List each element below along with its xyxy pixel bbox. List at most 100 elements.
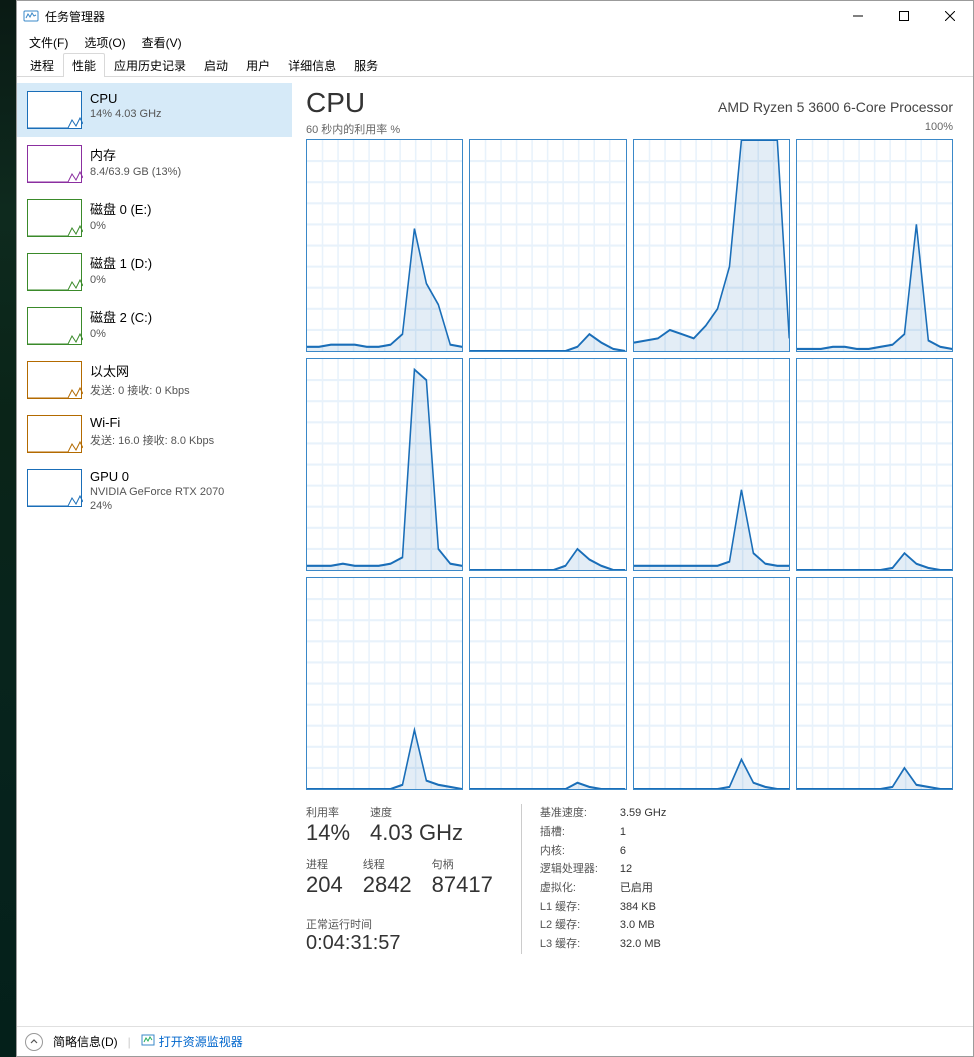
maximize-button[interactable] — [881, 1, 927, 31]
resmon-link[interactable]: 打开资源监视器 — [141, 1033, 243, 1050]
sidebar-item-title: 磁盘 0 (E:) — [90, 199, 151, 218]
tab-6[interactable]: 服务 — [345, 53, 387, 77]
tab-5[interactable]: 详细信息 — [279, 53, 345, 77]
sidebar-item-7[interactable]: GPU 0NVIDIA GeForce RTX 207024% — [17, 461, 292, 520]
kv-row: 逻辑处理器:12 — [540, 860, 666, 879]
chevron-up-icon[interactable] — [25, 1033, 43, 1051]
sidebar-item-sub: 发送: 0 接收: 0 Kbps — [90, 382, 190, 398]
sidebar-item-2[interactable]: 磁盘 0 (E:) 0% — [17, 191, 292, 245]
chart-label-row: 60 秒内的利用率 % 100% — [306, 121, 953, 137]
sidebar-thumb — [27, 91, 82, 129]
sidebar-item-5[interactable]: 以太网发送: 0 接收: 0 Kbps — [17, 353, 292, 407]
stats-row: 利用率 14% 速度 4.03 GHz 进程 204 — [306, 804, 953, 955]
fewer-details-button[interactable]: 简略信息(D) — [53, 1033, 118, 1050]
tab-3[interactable]: 启动 — [195, 53, 237, 77]
resmon-icon — [141, 1033, 155, 1050]
cpu-core-chart-7[interactable] — [796, 358, 953, 571]
sidebar[interactable]: CPU 14% 4.03 GHz 内存 8.4/63.9 GB (13%) 磁盘 0 (… — [17, 77, 292, 1026]
sidebar-item-3[interactable]: 磁盘 1 (D:) 0% — [17, 245, 292, 299]
detail-title: CPU — [306, 87, 365, 119]
cpu-core-chart-1[interactable] — [469, 139, 626, 352]
sidebar-item-sub: 0% — [90, 220, 151, 232]
kv-row: 基准速度:3.59 GHz — [540, 804, 666, 823]
sidebar-item-0[interactable]: CPU 14% 4.03 GHz — [17, 83, 292, 137]
sidebar-thumb — [27, 253, 82, 291]
chart-right-label: 100% — [925, 121, 953, 137]
sidebar-thumb — [27, 145, 82, 183]
sidebar-item-1[interactable]: 内存 8.4/63.9 GB (13%) — [17, 137, 292, 191]
sidebar-item-sub: 0% — [90, 328, 152, 340]
tab-4[interactable]: 用户 — [237, 53, 279, 77]
cpu-core-chart-5[interactable] — [469, 358, 626, 571]
sidebar-item-sub: 8.4/63.9 GB (13%) — [90, 166, 181, 178]
kv-key: L3 缓存: — [540, 935, 620, 954]
sidebar-item-sub: 0% — [90, 274, 152, 286]
kv-value: 3.0 MB — [620, 916, 655, 935]
proc-label: 进程 — [306, 856, 343, 872]
detail-subtitle: AMD Ryzen 5 3600 6-Core Processor — [718, 99, 953, 115]
sidebar-item-title: CPU — [90, 91, 162, 106]
titlebar-left: 任务管理器 — [23, 8, 105, 25]
kv-value: 32.0 MB — [620, 935, 661, 954]
speed-label: 速度 — [370, 804, 463, 820]
menu-file[interactable]: 文件(F) — [21, 32, 76, 53]
kv-key: 逻辑处理器: — [540, 860, 620, 879]
kv-row: L2 缓存:3.0 MB — [540, 916, 666, 935]
titlebar[interactable]: 任务管理器 — [17, 1, 973, 31]
stats-block-1: 利用率 14% 速度 4.03 GHz — [306, 804, 493, 846]
speed-value: 4.03 GHz — [370, 820, 463, 846]
sidebar-thumb — [27, 469, 82, 507]
cpu-core-chart-2[interactable] — [633, 139, 790, 352]
kv-key: L2 缓存: — [540, 916, 620, 935]
menubar: 文件(F) 选项(O) 查看(V) — [17, 31, 973, 53]
cpu-core-chart-10[interactable] — [633, 577, 790, 790]
kv-row: L1 缓存:384 KB — [540, 898, 666, 917]
stats-block-2: 进程 204 线程 2842 句柄 87417 — [306, 856, 493, 898]
tab-0[interactable]: 进程 — [21, 53, 63, 77]
cpu-core-chart-4[interactable] — [306, 358, 463, 571]
titlebar-title: 任务管理器 — [45, 8, 105, 25]
kv-key: 虚拟化: — [540, 879, 620, 898]
cpu-core-chart-0[interactable] — [306, 139, 463, 352]
kv-key: 内核: — [540, 842, 620, 861]
sidebar-item-sub: 发送: 16.0 接收: 8.0 Kbps — [90, 432, 214, 448]
kv-value: 12 — [620, 860, 632, 879]
menu-options[interactable]: 选项(O) — [76, 32, 133, 53]
resmon-label: 打开资源监视器 — [159, 1033, 243, 1050]
tab-1[interactable]: 性能 — [63, 53, 105, 77]
uptime-label: 正常运行时间 — [306, 916, 493, 932]
sidebar-thumb — [27, 415, 82, 453]
cpu-core-chart-3[interactable] — [796, 139, 953, 352]
app-icon — [23, 8, 39, 24]
cpu-core-chart-8[interactable] — [306, 577, 463, 790]
tab-2[interactable]: 应用历史记录 — [105, 53, 195, 77]
cpu-core-chart-11[interactable] — [796, 577, 953, 790]
menu-view[interactable]: 查看(V) — [134, 32, 190, 53]
kv-value: 已启用 — [620, 879, 653, 898]
footer: 简略信息(D) | 打开资源监视器 — [17, 1026, 973, 1056]
sidebar-item-4[interactable]: 磁盘 2 (C:) 0% — [17, 299, 292, 353]
footer-separator: | — [128, 1035, 131, 1049]
handles-label: 句柄 — [432, 856, 493, 872]
sidebar-item-6[interactable]: Wi-Fi发送: 16.0 接收: 8.0 Kbps — [17, 407, 292, 461]
uptime-value: 0:04:31:57 — [306, 932, 493, 955]
tab-row: 进程性能应用历史记录启动用户详细信息服务 — [17, 53, 973, 77]
detail-header: CPU AMD Ryzen 5 3600 6-Core Processor — [306, 87, 953, 119]
sidebar-item-title: 内存 — [90, 145, 181, 164]
threads-label: 线程 — [363, 856, 412, 872]
cpu-grid[interactable] — [306, 139, 953, 790]
sidebar-item-sub: 14% 4.03 GHz — [90, 108, 162, 120]
util-value: 14% — [306, 820, 350, 846]
minimize-button[interactable] — [835, 1, 881, 31]
sidebar-item-title: 磁盘 1 (D:) — [90, 253, 152, 272]
cpu-core-chart-9[interactable] — [469, 577, 626, 790]
kv-row: 插槽:1 — [540, 823, 666, 842]
content: CPU 14% 4.03 GHz 内存 8.4/63.9 GB (13%) 磁盘 0 (… — [17, 77, 973, 1026]
kv-row: L3 缓存:32.0 MB — [540, 935, 666, 954]
sidebar-item-title: 磁盘 2 (C:) — [90, 307, 152, 326]
window-controls — [835, 1, 973, 31]
close-button[interactable] — [927, 1, 973, 31]
sidebar-item-title: GPU 0 — [90, 469, 224, 484]
handles-value: 87417 — [432, 872, 493, 898]
cpu-core-chart-6[interactable] — [633, 358, 790, 571]
